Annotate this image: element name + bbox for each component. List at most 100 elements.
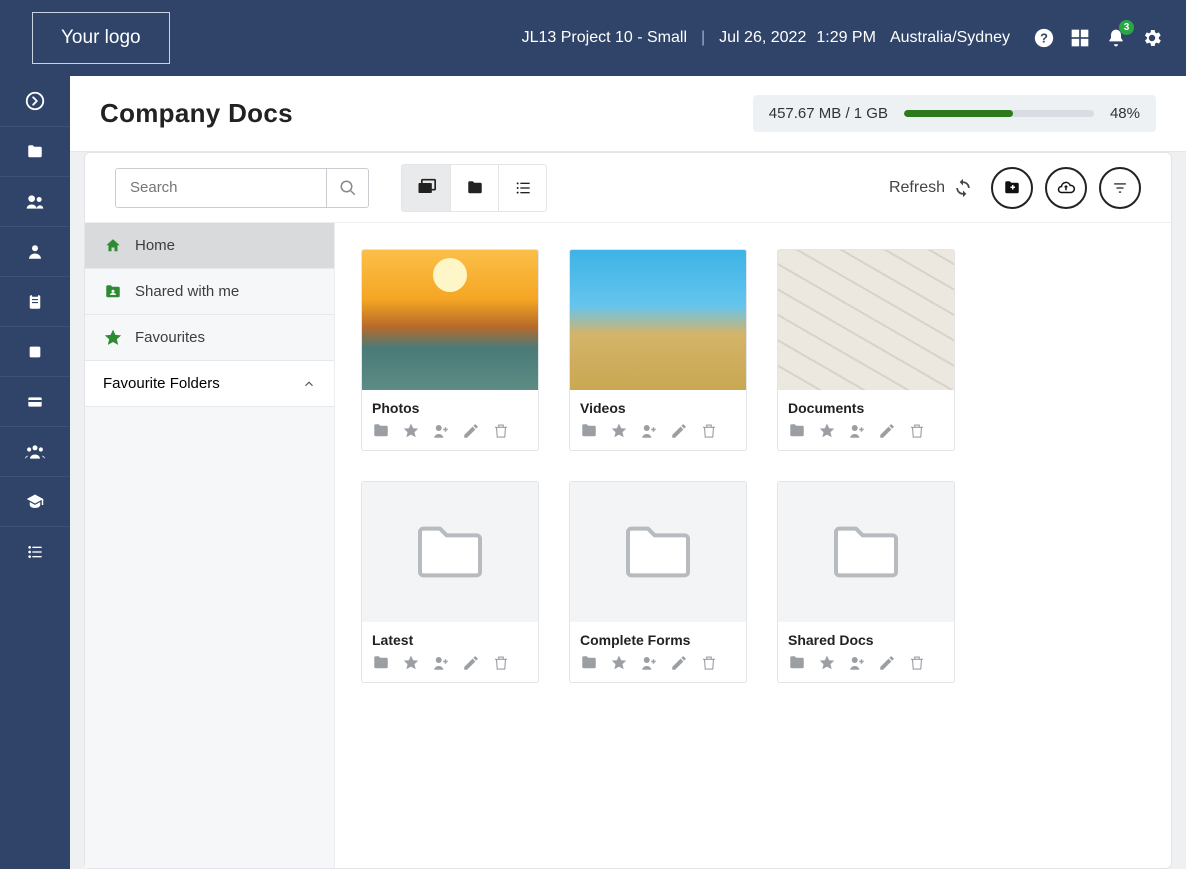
trash-icon[interactable]	[908, 422, 926, 440]
folder-card[interactable]: Documents	[777, 249, 955, 451]
folder-name: Photos	[362, 390, 538, 422]
star-icon[interactable]	[610, 422, 628, 440]
trash-icon[interactable]	[492, 422, 510, 440]
folder-card[interactable]: Complete Forms	[569, 481, 747, 683]
share-icon[interactable]	[848, 422, 866, 440]
folder-actions	[570, 654, 746, 682]
edit-icon[interactable]	[878, 422, 896, 440]
main-area: Company Docs 457.67 MB / 1 GB 48% Refres…	[70, 76, 1186, 869]
folder-icon[interactable]	[788, 654, 806, 672]
timezone-text[interactable]: Australia/Sydney	[890, 29, 1010, 47]
folder-thumbnail	[362, 250, 538, 390]
sidepane-favourites-label: Favourites	[135, 329, 205, 346]
favourite-folders-label: Favourite Folders	[103, 375, 220, 392]
folder-name: Shared Docs	[778, 622, 954, 654]
share-icon[interactable]	[432, 654, 450, 672]
svg-text:?: ?	[1040, 31, 1048, 46]
upload-button[interactable]	[1045, 167, 1087, 209]
rail-square-icon[interactable]	[0, 326, 70, 376]
view-list-button[interactable]	[498, 165, 546, 211]
storage-text: 457.67 MB / 1 GB	[769, 105, 888, 122]
folder-name: Videos	[570, 390, 746, 422]
rail-people-icon[interactable]	[0, 176, 70, 226]
sidepane-shared[interactable]: Shared with me	[85, 269, 334, 315]
folder-thumbnail	[778, 250, 954, 390]
separator: |	[701, 29, 705, 47]
share-icon[interactable]	[640, 422, 658, 440]
rail-card-icon[interactable]	[0, 376, 70, 426]
bell-icon[interactable]: 3	[1104, 26, 1128, 50]
trash-icon[interactable]	[492, 654, 510, 672]
top-right: JL13 Project 10 - Small | Jul 26, 2022 1…	[522, 26, 1164, 50]
rail-graduation-icon[interactable]	[0, 476, 70, 526]
filter-button[interactable]	[1099, 167, 1141, 209]
favourite-folders-section[interactable]: Favourite Folders	[85, 361, 334, 407]
toolbar: Refresh	[85, 153, 1171, 223]
folder-icon[interactable]	[372, 654, 390, 672]
refresh-button[interactable]: Refresh	[889, 178, 973, 198]
logo[interactable]: Your logo	[32, 12, 170, 64]
star-icon[interactable]	[402, 422, 420, 440]
help-icon[interactable]: ?	[1032, 26, 1056, 50]
folder-actions	[778, 422, 954, 450]
storage-progress	[904, 110, 1094, 117]
rail-person-icon[interactable]	[0, 226, 70, 276]
folder-card[interactable]: Photos	[361, 249, 539, 451]
view-gallery-button[interactable]	[402, 165, 450, 211]
folder-card[interactable]: Videos	[569, 249, 747, 451]
gear-icon[interactable]	[1140, 26, 1164, 50]
sidepane-home-label: Home	[135, 237, 175, 254]
folder-card[interactable]: Latest	[361, 481, 539, 683]
rail-clipboard-icon[interactable]	[0, 276, 70, 326]
storage-percent: 48%	[1110, 105, 1140, 122]
view-folder-button[interactable]	[450, 165, 498, 211]
date-text: Jul 26, 2022	[719, 29, 806, 47]
folder-name: Latest	[362, 622, 538, 654]
project-name[interactable]: JL13 Project 10 - Small	[522, 29, 687, 47]
folder-icon[interactable]	[580, 422, 598, 440]
edit-icon[interactable]	[878, 654, 896, 672]
folder-actions	[362, 422, 538, 450]
sidepane-shared-label: Shared with me	[135, 283, 239, 300]
rail-folder-icon[interactable]	[0, 126, 70, 176]
star-icon[interactable]	[402, 654, 420, 672]
page-title: Company Docs	[100, 98, 293, 129]
folder-icon[interactable]	[372, 422, 390, 440]
star-icon[interactable]	[818, 422, 836, 440]
trash-icon[interactable]	[700, 654, 718, 672]
edit-icon[interactable]	[462, 654, 480, 672]
folder-actions	[362, 654, 538, 682]
folder-actions	[570, 422, 746, 450]
folder-icon[interactable]	[580, 654, 598, 672]
search-button[interactable]	[326, 169, 368, 207]
edit-icon[interactable]	[670, 422, 688, 440]
star-icon[interactable]	[818, 654, 836, 672]
sidepane-favourites[interactable]: Favourites	[85, 315, 334, 361]
folder-card[interactable]: Shared Docs	[777, 481, 955, 683]
rail-group-icon[interactable]	[0, 426, 70, 476]
folder-name: Complete Forms	[570, 622, 746, 654]
view-mode-toggle	[401, 164, 547, 212]
new-folder-button[interactable]	[991, 167, 1033, 209]
apps-icon[interactable]	[1068, 26, 1092, 50]
share-icon[interactable]	[848, 654, 866, 672]
sidepane-home[interactable]: Home	[85, 223, 334, 269]
chevron-up-icon	[302, 377, 316, 391]
search-box	[115, 168, 369, 208]
star-icon[interactable]	[610, 654, 628, 672]
rail-arrow-icon[interactable]	[0, 76, 70, 126]
trash-icon[interactable]	[908, 654, 926, 672]
notification-badge: 3	[1119, 20, 1134, 35]
folder-icon[interactable]	[788, 422, 806, 440]
edit-icon[interactable]	[670, 654, 688, 672]
title-bar: Company Docs 457.67 MB / 1 GB 48%	[70, 76, 1186, 152]
trash-icon[interactable]	[700, 422, 718, 440]
rail-list-icon[interactable]	[0, 526, 70, 576]
share-icon[interactable]	[640, 654, 658, 672]
side-pane: Home Shared with me Favourites Favourite…	[85, 223, 335, 868]
search-input[interactable]	[116, 169, 326, 207]
share-icon[interactable]	[432, 422, 450, 440]
edit-icon[interactable]	[462, 422, 480, 440]
folder-grid: Photos Videos Documents Latest Complete Form…	[335, 223, 1171, 868]
folder-name: Documents	[778, 390, 954, 422]
